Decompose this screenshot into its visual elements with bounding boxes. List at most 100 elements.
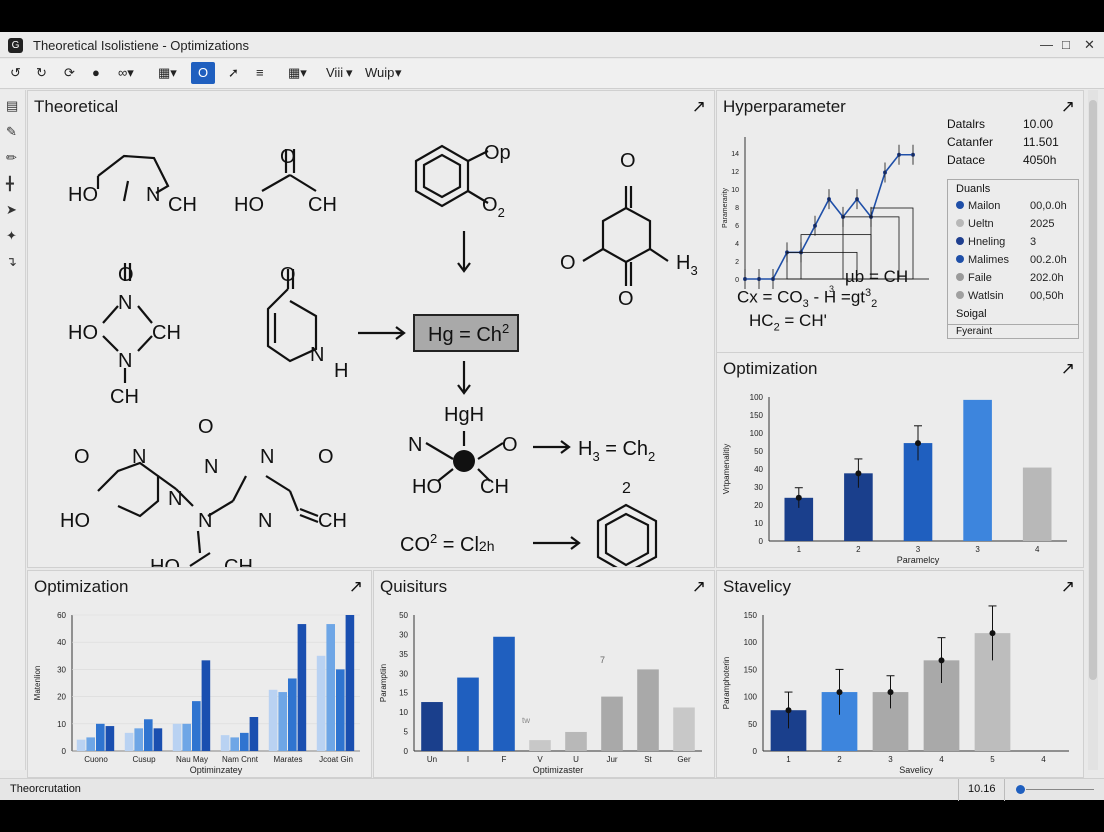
expand-icon[interactable]: ↗ — [1061, 97, 1075, 117]
bar — [86, 737, 95, 751]
link-icon[interactable]: ∞▾ — [118, 62, 134, 84]
expand-icon[interactable]: ↗ — [349, 577, 363, 597]
legend-swatch — [956, 255, 964, 263]
x-tick-label: I — [467, 755, 469, 764]
m7-n1: N — [132, 446, 146, 468]
maximize-icon[interactable]: □ — [1062, 37, 1070, 52]
stat-label: Datalrs — [947, 117, 986, 131]
m7-ch1: CH — [318, 510, 347, 532]
status-bar: Theorcrutation 10.16 — [0, 778, 1104, 801]
status-text: Theorcrutation — [10, 783, 81, 795]
lock-icon[interactable]: ● — [92, 62, 100, 84]
window-title: Theoretical Isolistiene - Optimizations — [33, 38, 250, 53]
legend-item: Hneling 3 — [956, 236, 1036, 248]
legend-label: Hneling — [968, 236, 1006, 248]
table-icon[interactable]: ▦▾ — [158, 62, 177, 84]
legend-swatch — [956, 219, 964, 227]
m4-o-top: O — [620, 150, 636, 172]
vertical-scrollbar[interactable] — [1088, 90, 1098, 770]
mean-point — [836, 689, 843, 696]
number-two: 2 — [622, 480, 631, 497]
view-menu[interactable]: Viii — [326, 62, 343, 84]
m6-o: O — [280, 264, 296, 286]
box-formula-sup: 2 — [502, 321, 509, 336]
zoom-slider-track[interactable] — [1026, 789, 1094, 790]
wand-icon[interactable]: ✦ — [6, 228, 17, 244]
m1-ch: CH — [168, 194, 197, 216]
view-menu-chevron-icon[interactable]: ▾ — [346, 62, 353, 84]
y-axis-label: Paramptiin — [379, 664, 388, 702]
x-axis-label: Optiminzatey — [190, 765, 243, 775]
crop-icon[interactable]: ╋ — [6, 176, 14, 192]
m3-op: Op — [484, 142, 511, 164]
legend-swatch — [956, 201, 964, 209]
m5-ho: HO — [68, 322, 98, 344]
m7-ho2: HO — [150, 556, 180, 567]
mean-point — [915, 440, 921, 447]
c-ch: CH — [480, 476, 509, 498]
redo-icon[interactable]: ↻ — [36, 62, 47, 84]
optimization-left-panel: Optimization ↗ 0 10 20 30 40 60 Matenlion Optim… — [27, 570, 372, 778]
x-tick-label: Ger — [677, 755, 691, 764]
panel-title: Hyperparameter — [723, 97, 846, 116]
minimize-icon[interactable]: — — [1040, 37, 1053, 52]
y-tick-label: 8 — [735, 205, 739, 212]
m5-o: O — [118, 264, 134, 286]
bar — [105, 726, 115, 751]
bar — [421, 702, 443, 751]
equation-2-sup: 2 — [430, 531, 437, 546]
molecule-diagram: HO N CH O HO CH Op O2 O O O H3 O N HO CH… — [60, 142, 698, 567]
legend-swatch — [956, 273, 964, 281]
refresh-icon[interactable]: ⟳ — [64, 62, 75, 84]
scrollbar-thumb[interactable] — [1089, 100, 1097, 680]
close-icon[interactable]: ✕ — [1084, 37, 1095, 53]
atom-node — [453, 450, 475, 472]
mean-point — [887, 689, 894, 696]
list-icon[interactable]: ≡ — [256, 62, 264, 84]
bar — [601, 696, 623, 751]
wuip-menu-chevron-icon[interactable]: ▾ — [395, 62, 402, 84]
bar — [565, 731, 587, 751]
pencil-icon[interactable]: ✏ — [6, 150, 17, 166]
y-tick-label: 30 — [754, 483, 763, 492]
m3-o2-text: O — [482, 194, 498, 216]
equation-1: H3 = Ch2 — [578, 438, 655, 464]
eq-second-rest: = CH' — [779, 311, 827, 330]
zoom-slider-handle[interactable] — [1016, 785, 1025, 794]
m7-ho: HO — [60, 510, 90, 532]
stat-label: Datace — [947, 153, 986, 167]
m7-o2: O — [198, 416, 214, 438]
m7-n5: N — [198, 510, 212, 532]
pointer-icon[interactable]: ➚ — [228, 62, 239, 84]
circle-tool-icon[interactable]: O — [191, 62, 215, 84]
y-tick-label: 12 — [731, 169, 739, 176]
x-tick-label: Cuono — [84, 755, 108, 764]
wuip-menu[interactable]: Wuip — [365, 62, 394, 84]
hyper-equation-right: µb = CH — [845, 267, 909, 286]
x-axis-label: Savelicy — [899, 765, 933, 775]
import-icon[interactable]: ↴ — [6, 254, 17, 270]
bar — [201, 660, 211, 751]
grid-icon[interactable]: ▦▾ — [288, 62, 307, 84]
m3-o2: O2 — [482, 194, 505, 220]
expand-icon[interactable]: ↗ — [1061, 359, 1075, 379]
expand-icon[interactable]: ↗ — [1061, 577, 1075, 597]
m7-ch2: CH — [224, 556, 253, 567]
send-icon[interactable]: ➤ — [6, 202, 17, 218]
y-tick-label: 150 — [744, 665, 758, 674]
m7-n3: N — [204, 456, 218, 478]
equation-2: CO2 = Cl2h — [400, 531, 495, 556]
y-tick-label: 40 — [57, 638, 66, 647]
pen-icon[interactable]: ✎ — [6, 124, 17, 140]
legend-label: Ueltn — [968, 218, 994, 230]
undo-icon[interactable]: ↺ — [10, 62, 21, 84]
eq-text: Cx = CO — [737, 287, 803, 307]
folder-icon[interactable]: ▤ — [6, 98, 18, 114]
expand-icon[interactable]: ↗ — [692, 577, 706, 597]
legend-swatch — [956, 291, 964, 299]
x-tick-label: F — [502, 755, 507, 764]
legend-item: Mailon 00,0.0h — [956, 200, 1067, 212]
mean-point — [855, 470, 862, 477]
stats-row: Datace 4050h — [947, 153, 1056, 167]
mean-point — [989, 630, 996, 637]
